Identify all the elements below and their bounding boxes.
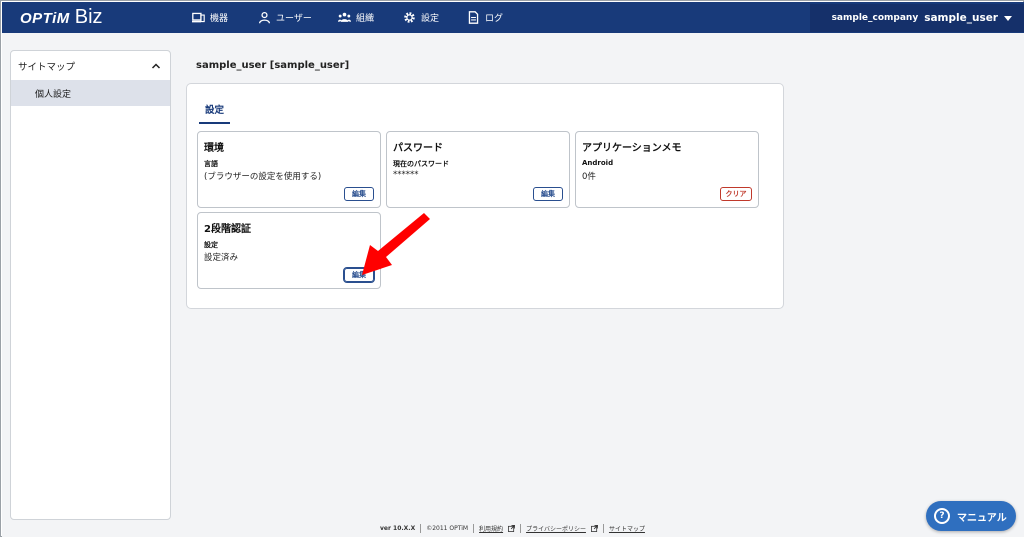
edit-environment-button[interactable]: 編集 [344, 187, 374, 201]
nav-organization[interactable]: 組織 [338, 2, 374, 33]
divider [420, 524, 422, 533]
card-label: 設定 [204, 241, 218, 249]
organization-icon [338, 12, 351, 22]
document-icon [468, 11, 479, 24]
sidebar: サイトマップ 個人設定 [10, 50, 171, 520]
nav-users[interactable]: ユーザー [258, 2, 312, 33]
nav-logs[interactable]: ログ [467, 2, 503, 33]
sidebar-item-personal-settings[interactable]: 個人設定 [11, 80, 170, 106]
logo-optim: OPTiM [20, 10, 70, 27]
card-title: 環境 [204, 143, 224, 154]
footer-sitemap-link[interactable]: サイトマップ [609, 524, 645, 533]
footer-terms-link[interactable]: 利用規約 [479, 524, 503, 533]
user-name: sample_user [924, 12, 998, 24]
divider [473, 524, 475, 533]
footer-privacy-link[interactable]: プライバシーポリシー [526, 524, 586, 533]
nav-settings-label: 設定 [421, 14, 440, 24]
device-icon [192, 12, 205, 23]
company-name: sample_company [831, 13, 919, 23]
card-label: 言語 [204, 160, 218, 168]
card-value: 0件 [582, 172, 596, 182]
top-navigation-bar: OPTiM Biz 機器 ユーザー 組織 設定 ログ sample_compan… [2, 2, 1024, 33]
footer-copyright: ©2011 OPTiM [426, 525, 469, 532]
external-link-icon [508, 525, 516, 532]
nav-logs-label: ログ [485, 14, 504, 24]
page-title: sample_user [sample_user] [196, 60, 350, 71]
settings-panel: 設定 環境 言語 (ブラウザーの設定を使用する) 編集 パスワード 現在のパスワ… [186, 83, 784, 309]
edit-password-button[interactable]: 編集 [533, 187, 563, 201]
account-menu[interactable]: sample_company sample_user [810, 4, 1024, 32]
red-arrow-annotation [362, 213, 430, 275]
chevron-up-icon [151, 62, 161, 69]
manual-button[interactable]: ? マニュアル [926, 501, 1016, 531]
nav-devices[interactable]: 機器 [192, 2, 228, 33]
external-link-icon [590, 525, 598, 532]
card-value: ****** [393, 170, 419, 180]
app-logo[interactable]: OPTiM Biz [20, 6, 103, 28]
sidebar-heading: サイトマップ [18, 61, 76, 73]
sidebar-item-label: 個人設定 [35, 89, 72, 100]
divider [520, 524, 522, 533]
manual-button-label: マニュアル [957, 512, 1007, 524]
card-title: パスワード [393, 143, 443, 154]
app-window: OPTiM Biz 機器 ユーザー 組織 設定 ログ sample_compan… [0, 0, 1024, 537]
card-title: アプリケーションメモ [582, 143, 682, 154]
footer: ver 10.X.X ©2011 OPTiM 利用規約 プライバシーポリシー サ… [380, 524, 645, 533]
clear-memo-button[interactable]: クリア [720, 187, 752, 201]
tab-settings[interactable]: 設定 [199, 102, 230, 122]
card-application-memo: アプリケーションメモ Android 0件 クリア [575, 131, 759, 208]
gear-icon [404, 12, 415, 23]
divider [602, 524, 604, 533]
sidebar-sitemap-toggle[interactable]: サイトマップ [11, 51, 170, 80]
logo-biz: Biz [74, 6, 103, 28]
card-label: 現在のパスワード [393, 160, 449, 168]
help-icon: ? [934, 508, 950, 524]
card-environment: 環境 言語 (ブラウザーの設定を使用する) 編集 [197, 131, 381, 208]
user-icon [258, 11, 271, 24]
card-password: パスワード 現在のパスワード ****** 編集 [386, 131, 570, 208]
card-value: (ブラウザーの設定を使用する) [204, 172, 322, 182]
nav-organization-label: 組織 [356, 14, 375, 24]
nav-users-label: ユーザー [276, 14, 312, 24]
footer-version: ver 10.X.X [380, 525, 416, 532]
card-title: 2段階認証 [204, 224, 251, 235]
nav-settings[interactable]: 設定 [403, 2, 439, 33]
tab-active-indicator [199, 122, 230, 124]
nav-devices-label: 機器 [210, 14, 229, 24]
page-content: サイトマップ 個人設定 sample_user [sample_user] 設定… [2, 33, 1024, 537]
card-label: Android [582, 159, 614, 167]
chevron-down-icon [1004, 15, 1012, 21]
card-value: 設定済み [204, 253, 239, 263]
